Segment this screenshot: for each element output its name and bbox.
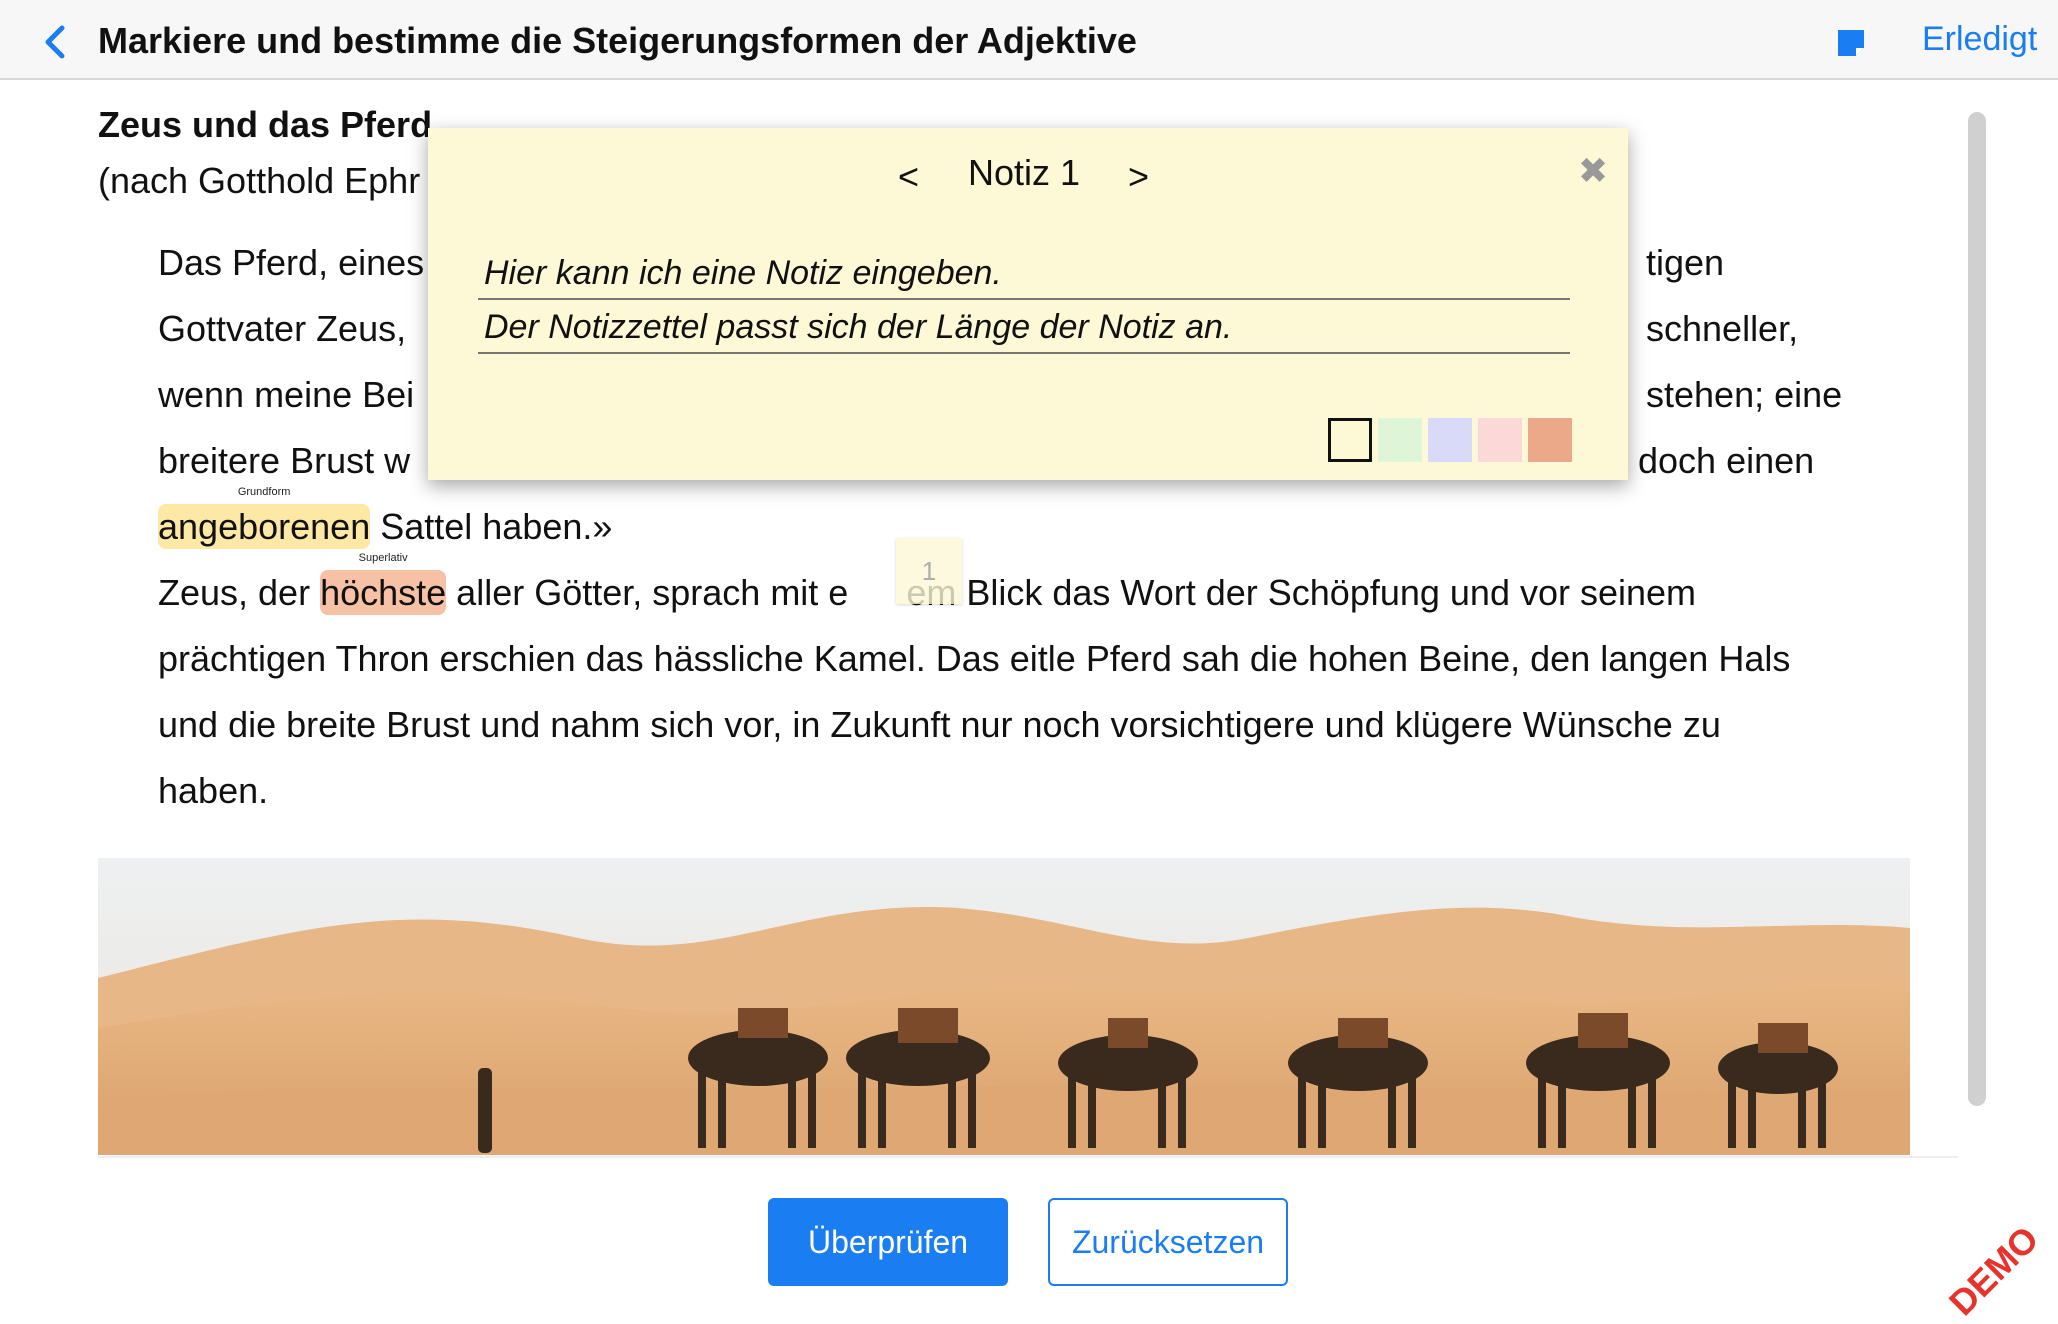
divider <box>98 1156 1958 1158</box>
back-button[interactable] <box>38 22 72 62</box>
notes-button[interactable] <box>1834 26 1868 60</box>
note-next-button[interactable]: > <box>1128 156 1149 198</box>
color-swatch-blue[interactable] <box>1428 418 1472 462</box>
color-swatch-orange[interactable] <box>1528 418 1572 462</box>
close-icon[interactable]: ✖ <box>1578 150 1608 192</box>
note-popup: < Notiz 1 > ✖ Hier kann ich eine Notiz e… <box>428 128 1628 480</box>
desert-camels-image <box>98 858 1910 1155</box>
marked-word[interactable]: Grundform angeborenen <box>158 486 371 549</box>
text-line[interactable]: schneller, <box>1646 308 1798 350</box>
demo-watermark: DEMO <box>1940 1217 2047 1324</box>
page-title: Markiere und bestimme die Steigerungsfor… <box>98 20 1137 61</box>
text-line[interactable]: wenn meine Bei <box>158 374 414 416</box>
note-text-line[interactable]: Hier kann ich eine Notiz eingeben. <box>478 246 1570 300</box>
text-segment[interactable]: Sattel haben.» <box>370 506 612 547</box>
text-line[interactable]: Gottvater Zeus, <box>158 308 406 350</box>
text-line[interactable]: doch einen <box>1638 440 1814 482</box>
mark-label: Grundform <box>237 486 291 498</box>
text-line[interactable]: stehen; eine <box>1646 374 1842 416</box>
text-line: Grundform angeborenen Sattel haben.» <box>158 486 612 549</box>
text-segment[interactable]: em Blick das Wort der Schöpfung und vor … <box>906 572 1696 613</box>
note-prev-button[interactable]: < <box>898 156 919 198</box>
text-line[interactable]: prächtigen Thron erschien das hässliche … <box>158 638 1790 680</box>
note-title: Notiz 1 <box>968 152 1081 193</box>
scrollbar[interactable] <box>1968 112 1986 1106</box>
color-swatch-green[interactable] <box>1378 418 1422 462</box>
chevron-left-icon <box>45 25 65 59</box>
color-swatch-pink[interactable] <box>1478 418 1522 462</box>
text-line[interactable]: tigen <box>1646 242 1724 284</box>
text-segment[interactable]: aller Götter, sprach mit e <box>446 572 848 613</box>
reset-button[interactable]: Zurücksetzen <box>1048 1198 1288 1286</box>
mark-label: Superlativ <box>358 552 408 564</box>
text-line[interactable]: und die breite Brust und nahm sich vor, … <box>158 704 1721 746</box>
color-swatch-yellow[interactable] <box>1328 418 1372 462</box>
toolbar: Markiere und bestimme die Steigerungsfor… <box>0 0 2058 80</box>
text-line[interactable]: haben. <box>158 770 268 812</box>
note-text-line[interactable]: Der Notizzettel passt sich der Länge der… <box>478 300 1570 354</box>
story-subtitle: (nach Gotthold Ephr <box>98 160 421 201</box>
done-button[interactable]: Erledigt <box>1922 20 2037 59</box>
text-segment[interactable]: Zeus, der <box>158 572 320 613</box>
sticky-note-icon <box>1838 30 1864 56</box>
check-button[interactable]: Überprüfen <box>768 1198 1008 1286</box>
text-line[interactable]: Das Pferd, eines <box>158 242 424 284</box>
marked-word[interactable]: Superlativ höchste <box>320 552 447 615</box>
story-title: Zeus und das Pferd <box>98 104 433 145</box>
note-marker[interactable]: 1 <box>896 538 962 604</box>
text-line[interactable]: breitere Brust w <box>158 440 410 482</box>
